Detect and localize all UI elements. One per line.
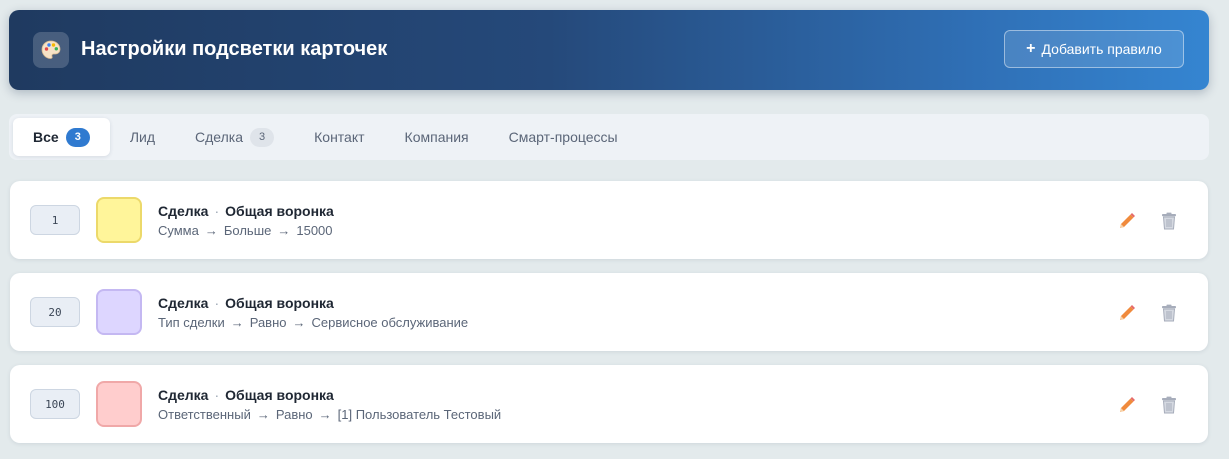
rule-value: Сервисное обслуживание [311,315,469,330]
rule-title: Сделка · Общая воронка [158,295,334,311]
priority-badge: 1 [30,205,80,235]
delete-rule-button[interactable] [1158,302,1180,324]
arrow-icon: → [230,315,244,330]
color-swatch[interactable] [96,381,142,427]
delete-rule-button[interactable] [1158,210,1180,232]
delete-rule-button[interactable] [1158,394,1180,416]
arrow-icon: → [256,407,270,422]
rule-entity: Сделка [158,387,209,403]
rule-title: Сделка · Общая воронка [158,203,334,219]
rule-value: 15000 [296,223,333,238]
rule-entity: Сделка [158,295,209,311]
rule-condition: Ответственный → Равно → [1] Пользователь Тес… [158,407,501,422]
priority-badge: 20 [30,297,80,327]
rule-field: Тип сделки [158,315,225,330]
rule-card: 1 Сделка · Общая воронка Сумма → Больше → 1500… [10,181,1208,259]
arrow-icon: → [204,223,218,238]
tab-label: Контакт [314,129,365,145]
tab-label: Сделка [195,129,243,145]
trash-icon [1162,396,1176,414]
arrow-icon: → [318,407,332,422]
rule-condition: Тип сделки → Равно → Сервисное обслуживание [158,315,468,330]
pencil-icon [1120,305,1135,320]
priority-badge: 100 [30,389,80,419]
title-separator: · [214,203,220,219]
add-rule-button[interactable]: + Добавить правило [1004,30,1184,68]
tab-label: Компания [404,129,469,145]
arrow-icon: → [292,315,306,330]
entity-tabs: Все 3 Лид Сделка 3 Контакт Компания Смар… [9,114,1209,160]
rule-card: 100 Сделка · Общая воронка Ответственный → Р… [10,365,1208,443]
tab-label: Лид [129,129,155,145]
rule-card: 20 Сделка · Общая воронка Тип сделки → Равно… [10,273,1208,351]
edit-rule-button[interactable] [1116,394,1138,416]
edit-rule-button[interactable] [1116,302,1138,324]
trash-icon [1162,304,1176,322]
arrow-icon: → [277,223,291,238]
rule-value: [1] Пользователь Тестовый [337,407,502,422]
edit-rule-button[interactable] [1116,210,1138,232]
tab-label: Смарт-процессы [508,129,618,145]
add-rule-button-label: Добавить правило [1041,41,1162,57]
title-separator: · [214,295,220,311]
rule-title: Сделка · Общая воронка [158,387,334,403]
tab-label: Все [33,129,59,145]
pencil-icon [1120,397,1135,412]
rule-condition: Сумма → Больше → 15000 [158,223,333,238]
page-title: Настройки подсветки карточек [81,38,388,60]
plus-icon: + [1026,40,1036,57]
rule-field: Ответственный [158,407,251,422]
trash-icon [1162,212,1176,230]
rule-pipeline: Общая воронка [225,295,334,311]
page-header: Настройки подсветки карточек + Добавить … [9,10,1209,90]
color-swatch[interactable] [96,197,142,243]
rule-pipeline: Общая воронка [225,203,334,219]
tab-deal[interactable]: Сделка 3 [175,118,294,156]
color-swatch[interactable] [96,289,142,335]
tab-smart-processes[interactable]: Смарт-процессы [489,118,638,156]
tab-all[interactable]: Все 3 [13,118,110,156]
rule-operator: Равно [249,315,287,330]
palette-icon [33,32,69,68]
rule-entity: Сделка [158,203,209,219]
tab-lead[interactable]: Лид [110,118,175,156]
tab-company[interactable]: Компания [385,118,489,156]
title-separator: · [214,387,220,403]
rule-field: Сумма [158,223,199,238]
tab-count-badge: 3 [250,127,275,147]
tab-count-badge: 3 [65,127,90,147]
tab-contact[interactable]: Контакт [294,118,384,156]
rule-pipeline: Общая воронка [225,387,334,403]
rule-operator: Больше [223,223,272,238]
pencil-icon [1120,213,1135,228]
rule-operator: Равно [275,407,313,422]
